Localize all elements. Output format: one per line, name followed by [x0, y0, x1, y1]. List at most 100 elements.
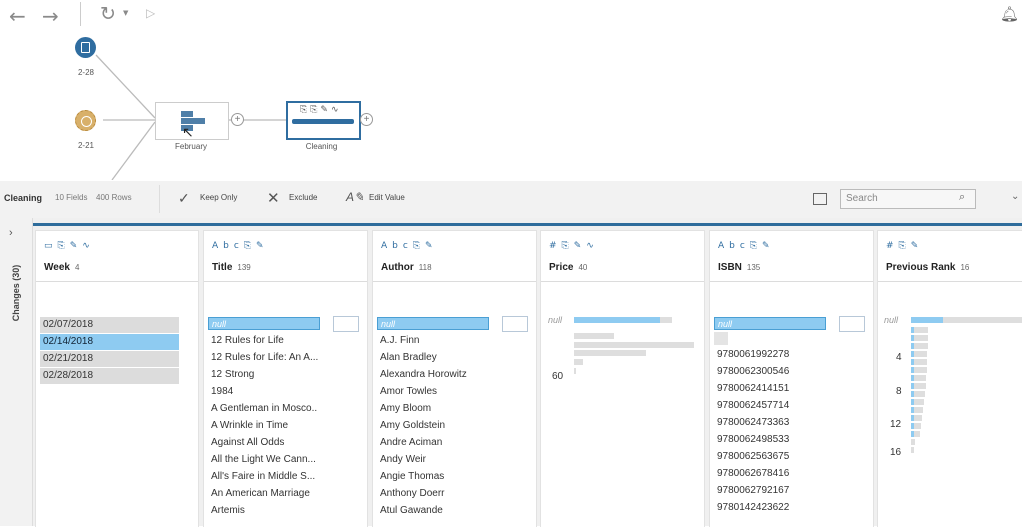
file-icon [81, 116, 92, 127]
add-step-icon[interactable]: + [231, 113, 244, 126]
empty-value[interactable] [714, 332, 728, 345]
column-header[interactable]: Title 139 [212, 262, 251, 273]
histogram-bar[interactable] [574, 359, 583, 365]
mini-histogram [502, 316, 528, 332]
list-item[interactable]: 9780062563675 [714, 448, 829, 465]
column-type-icons: #⎘✎∿ [549, 241, 599, 251]
list-item[interactable]: 9780062473363 [714, 414, 829, 431]
list-item[interactable]: Amy Bloom [377, 400, 492, 417]
header-separator [36, 281, 198, 282]
edit-value-button[interactable]: Edit Value [369, 193, 405, 202]
list-item[interactable]: 9780062498533 [714, 431, 829, 448]
histogram-bar-null[interactable] [574, 317, 660, 323]
exclude-button[interactable]: Exclude [289, 193, 317, 202]
null-value[interactable]: null [377, 317, 489, 330]
histogram-bar[interactable] [943, 317, 1022, 323]
list-item[interactable]: Alexandra Horowitz [377, 366, 492, 383]
clean-node-label: Cleaning [305, 142, 338, 151]
column-header[interactable]: ISBN 135 [718, 262, 760, 273]
list-item[interactable]: 9780062457714 [714, 397, 829, 414]
histogram-bar-null[interactable] [911, 317, 943, 323]
histogram-bar[interactable] [574, 350, 646, 356]
layout-icon[interactable] [813, 193, 827, 205]
column-header[interactable]: Week 4 [44, 262, 79, 273]
column-header[interactable]: Author 118 [381, 262, 432, 273]
list-item[interactable]: 1984 [208, 383, 323, 400]
list-item[interactable]: Alan Bradley [377, 349, 492, 366]
list-item[interactable]: Andy Weir [377, 451, 492, 468]
column-type-icons: Abc⎘✎ [381, 241, 438, 251]
file-icon [81, 42, 90, 53]
list-item[interactable]: 02/21/2018 [40, 351, 179, 368]
column-header[interactable]: Previous Rank 16 [886, 262, 969, 273]
chevron-right-icon[interactable]: › [9, 227, 13, 239]
axis-label: 8 [896, 386, 902, 397]
column-count: 40 [578, 263, 588, 272]
column-card-author[interactable]: Abc⎘✎ Author 118 null A.J. Finn Alan Brad… [372, 230, 537, 527]
list-item[interactable]: 12 Rules for Life: An A... [208, 349, 323, 366]
input-node-2-21[interactable] [75, 110, 96, 131]
check-icon[interactable]: ✓ [178, 190, 190, 207]
column-card-title[interactable]: Abc⎘✎ Title 139 null 12 Rules for Life 12… [203, 230, 368, 527]
edit-value-icon[interactable]: A✎ [346, 190, 364, 204]
list-item[interactable]: 9780142423622 [714, 499, 829, 516]
profile-accent-line [33, 223, 1022, 226]
list-item[interactable]: A Gentleman in Mosco.. [208, 400, 323, 417]
list-item[interactable]: 02/07/2018 [40, 317, 179, 334]
list-item[interactable]: 9780061992278 [714, 346, 829, 363]
list-item[interactable]: Andre Aciman [377, 434, 492, 451]
list-item[interactable]: Against All Odds [208, 434, 323, 451]
keep-only-button[interactable]: Keep Only [200, 193, 237, 202]
histogram-bar[interactable] [574, 333, 614, 339]
list-item[interactable]: All the Light We Cann... [208, 451, 323, 468]
list-item[interactable]: 9780062792167 [714, 482, 829, 499]
column-card-previous-rank[interactable]: #⎘✎ Previous Rank 16 null 4 8 12 16 [877, 230, 1022, 527]
mini-histogram [333, 316, 359, 332]
column-type-icons: Abc⎘✎ [718, 241, 775, 251]
list-item[interactable]: Anthony Doerr [377, 485, 492, 502]
union-icon [181, 111, 193, 117]
column-card-price[interactable]: #⎘✎∿ Price 40 null 60 [540, 230, 705, 527]
column-card-isbn[interactable]: Abc⎘✎ ISBN 135 null 9780061992278 9780062… [709, 230, 874, 527]
close-icon[interactable]: ✕ [267, 189, 280, 207]
list-item[interactable]: 9780062678416 [714, 465, 829, 482]
list-item-selected[interactable]: 02/14/2018 [40, 334, 179, 351]
search-input[interactable]: Search ⌕ [840, 189, 976, 209]
divider [159, 185, 160, 213]
search-icon: ⌕ [959, 191, 966, 203]
column-header[interactable]: Price 40 [549, 262, 587, 273]
changes-label: Changes (30) [11, 264, 21, 322]
column-name: Title [212, 262, 233, 273]
column-type-icons: ▭⎘✎∿ [44, 241, 95, 251]
axis-label: 4 [896, 352, 902, 363]
input-node-2-28[interactable] [75, 37, 96, 58]
axis-label: 12 [890, 419, 902, 430]
list-item[interactable]: A.J. Finn [377, 332, 492, 349]
null-value[interactable]: null [208, 317, 320, 330]
histogram-bar[interactable] [574, 342, 694, 348]
chevron-down-icon[interactable]: ⌄ [1011, 191, 1019, 202]
list-item[interactable]: An American Marriage [208, 485, 323, 502]
list-item[interactable]: Artemis [208, 502, 323, 519]
list-item[interactable]: Atul Gawande [377, 502, 492, 519]
list-item[interactable]: All's Faire in Middle S... [208, 468, 323, 485]
list-item[interactable]: Amor Towles [377, 383, 492, 400]
list-item[interactable]: 12 Strong [208, 366, 323, 383]
list-item[interactable]: 9780062414151 [714, 380, 829, 397]
list-item[interactable]: A Wrinkle in Time [208, 417, 323, 434]
column-card-week[interactable]: ▭⎘✎∿ Week 4 02/07/2018 02/14/2018 02/21/2… [35, 230, 199, 527]
list-item[interactable]: 9780062300546 [714, 363, 829, 380]
list-item[interactable]: Angie Thomas [377, 468, 492, 485]
list-item[interactable]: 12 Rules for Life [208, 332, 323, 349]
null-label: null [884, 315, 899, 325]
null-value[interactable]: null [714, 317, 826, 330]
histogram-bar[interactable] [660, 317, 672, 323]
column-name: Week [44, 262, 70, 273]
list-item[interactable]: Amy Goldstein [377, 417, 492, 434]
histogram-bar[interactable] [574, 368, 576, 374]
null-label: null [548, 315, 563, 325]
add-step-icon[interactable]: + [360, 113, 373, 126]
list-item[interactable]: 02/28/2018 [40, 368, 179, 385]
clean-node[interactable]: ⎘⎘✎∿ [286, 101, 361, 140]
changes-panel[interactable]: › Changes (30) [0, 218, 33, 526]
